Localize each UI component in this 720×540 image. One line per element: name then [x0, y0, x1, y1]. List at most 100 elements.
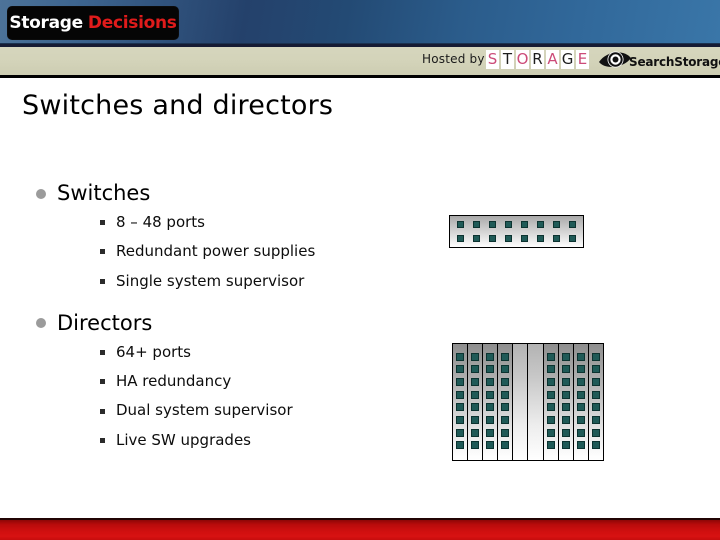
- switch-port: [473, 235, 480, 242]
- director-port: [471, 365, 480, 374]
- director-port-blade: [573, 344, 589, 460]
- director-port: [561, 377, 570, 386]
- director-port: [486, 415, 495, 424]
- director-port: [501, 441, 510, 450]
- switch-port: [457, 235, 464, 242]
- director-blank-slot: [528, 344, 544, 460]
- square-bullet-icon: [100, 408, 105, 414]
- list-item: Single system supervisor: [100, 272, 436, 290]
- square-bullet-icon: [100, 278, 105, 284]
- director-port: [576, 403, 585, 412]
- bullet-level1-label: Switches: [57, 181, 151, 205]
- switch-port: [457, 221, 464, 228]
- director-port: [576, 428, 585, 437]
- switch-chassis-illustration: [449, 215, 584, 248]
- brand-word-storage: Storage: [9, 13, 83, 33]
- filled-circle-bullet-icon: [36, 318, 46, 329]
- wordmark-letter-o: O: [516, 50, 529, 69]
- director-port: [486, 403, 495, 412]
- bullet-level2-label: 8 – 48 ports: [116, 213, 205, 232]
- bullet-level2-label: Redundant power supplies: [116, 242, 316, 261]
- director-port: [486, 390, 495, 399]
- director-port: [576, 352, 585, 361]
- director-port: [576, 390, 585, 399]
- list-item: Dual system supervisor: [100, 402, 436, 419]
- director-port: [591, 352, 600, 361]
- bullet-level2-label: HA redundancy: [116, 372, 232, 391]
- director-port: [546, 365, 555, 374]
- director-port: [591, 365, 600, 374]
- director-port: [456, 415, 465, 424]
- switch-port: [537, 221, 544, 228]
- director-port: [561, 428, 570, 437]
- director-port: [561, 441, 570, 450]
- director-port: [576, 441, 585, 450]
- wordmark-letter-t: T: [501, 50, 514, 69]
- director-port-blade: [498, 344, 514, 460]
- director-port: [591, 403, 600, 412]
- switch-port: [521, 221, 528, 228]
- director-port: [456, 428, 465, 437]
- storage-magazine-wordmark: S T O R A G E: [486, 50, 589, 69]
- director-port: [501, 377, 510, 386]
- hosted-by-label: Hosted by: [422, 52, 485, 66]
- list-item: HA redundancy: [100, 372, 436, 391]
- switch-port: [505, 235, 512, 242]
- footer-red-band: [0, 520, 720, 540]
- wordmark-letter-e: E: [576, 50, 589, 69]
- storage-decisions-logo: Storage Decisions: [8, 7, 178, 39]
- director-port: [471, 390, 480, 399]
- director-port-blade: [483, 344, 499, 460]
- director-port: [486, 352, 495, 361]
- director-port-blade: [453, 344, 469, 460]
- director-port: [561, 365, 570, 374]
- square-bullet-icon: [100, 350, 105, 356]
- director-port: [471, 377, 480, 386]
- director-port: [501, 415, 510, 424]
- switch-port: [505, 221, 512, 228]
- header-black-divider: [0, 75, 720, 78]
- searchstorage-wordmark: SearchStorage.com: [629, 54, 720, 69]
- director-port: [546, 428, 555, 437]
- director-port: [546, 352, 555, 361]
- director-port: [471, 441, 480, 450]
- switch-port: [569, 221, 576, 228]
- eye-icon: [598, 49, 632, 74]
- director-port: [456, 365, 465, 374]
- switch-port: [537, 235, 544, 242]
- director-port: [576, 365, 585, 374]
- director-port: [591, 415, 600, 424]
- page-title: Switches and directors: [22, 90, 334, 121]
- square-bullet-icon: [100, 437, 105, 443]
- director-port: [486, 377, 495, 386]
- director-port: [591, 441, 600, 450]
- switch-port: [553, 221, 560, 228]
- director-port: [546, 390, 555, 399]
- list-item: Live SW upgrades: [100, 431, 436, 449]
- director-port: [486, 365, 495, 374]
- wordmark-letter-s: S: [486, 50, 499, 69]
- director-port: [456, 352, 465, 361]
- list-item: Directors: [36, 311, 436, 335]
- filled-circle-bullet-icon: [36, 188, 46, 199]
- switch-port: [521, 235, 528, 242]
- brand-word-decisions: Decisions: [87, 13, 177, 33]
- switch-port: [553, 235, 560, 242]
- director-port: [471, 415, 480, 424]
- director-port: [546, 441, 555, 450]
- bullet-level2-label: Dual system supervisor: [116, 401, 293, 420]
- director-port: [501, 428, 510, 437]
- switch-port: [489, 235, 496, 242]
- director-port: [501, 403, 510, 412]
- director-port: [456, 377, 465, 386]
- bullet-group-directors: Directors 64+ ports HA redundancy Dual s…: [36, 311, 436, 449]
- director-port-blade: [468, 344, 484, 460]
- wordmark-letter-r: R: [531, 50, 544, 69]
- switch-port-row: [457, 221, 576, 228]
- director-port: [486, 428, 495, 437]
- director-port: [471, 428, 480, 437]
- director-port: [576, 377, 585, 386]
- square-bullet-icon: [100, 249, 105, 255]
- director-port: [546, 415, 555, 424]
- director-port: [456, 403, 465, 412]
